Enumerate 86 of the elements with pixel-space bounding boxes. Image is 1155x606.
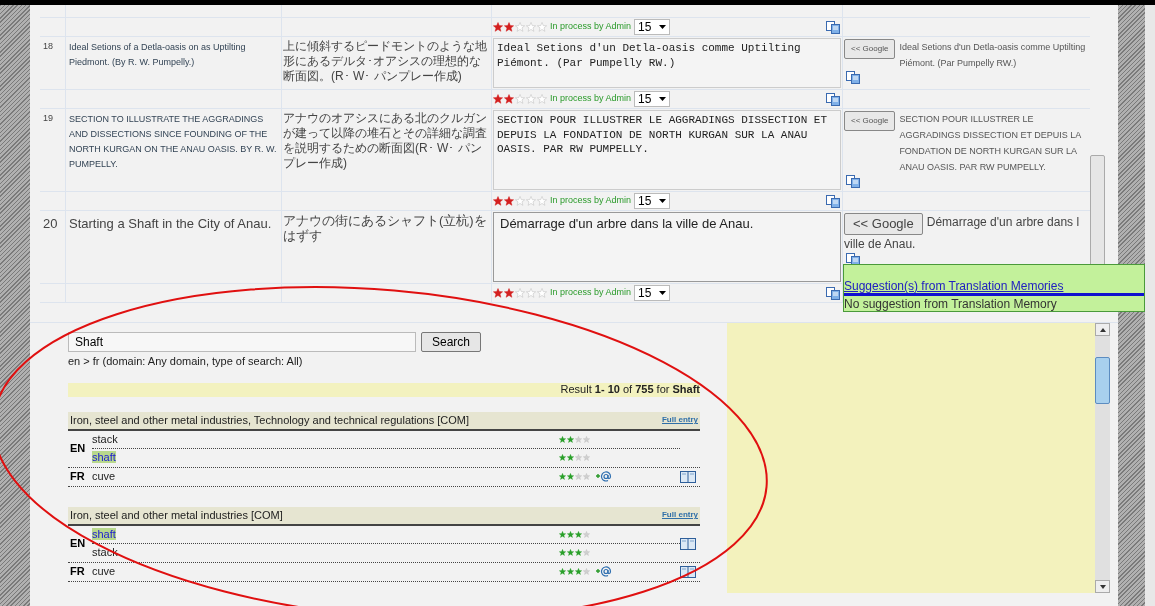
result-count: Result 1- 10 of 755 for Shaft: [560, 382, 700, 398]
book-icon[interactable]: [680, 537, 696, 550]
copy-icon[interactable]: [846, 175, 860, 188]
scrollbar-thumb[interactable]: [1095, 357, 1110, 404]
language-code: EN: [69, 536, 87, 552]
source-text: SECTION TO ILLUSTRATE THE AGGRADINGS AND DISSECTIONS SINCE FOUNDING OF THE NORTH KURGAN ON THE ANAU OASIS. BY R. W. PUMPELLY.: [69, 113, 278, 171]
up-arrow-icon: [1099, 327, 1106, 332]
star-icon: [493, 196, 503, 206]
japanese-text: 上に傾斜するピードモントのような地形にあるデルタ･オアシスの理想的な断面図。(R･ W･ パンプレー作成): [283, 39, 488, 84]
count-select[interactable]: 15: [634, 285, 671, 301]
star-icon: [504, 196, 514, 206]
term-text: stack: [92, 431, 119, 447]
translation-field[interactable]: Ideal Setions d'un Detla-oasis comme Uptilting Piémont. (Par Pumpelly RW.): [493, 38, 841, 88]
translation-field[interactable]: SECTION POUR ILLUSTRER LE AGGRADINGS DISSECTION ET DEPUIS LA FONDATION DE NORTH KURGAN SUR LA ANAU OASIS. PAR RW PUMPELLY.: [493, 110, 841, 190]
book-icon[interactable]: [680, 470, 696, 483]
status-label: In process by Admin: [550, 20, 632, 34]
star-icon: [537, 288, 547, 298]
star-icon: [493, 94, 503, 104]
copy-icon[interactable]: [826, 20, 840, 34]
entry-domain: Iron, steel and other metal industries, Technology and technical regulations [COM]: [70, 412, 470, 428]
google-button[interactable]: << Google: [844, 213, 923, 235]
status-label: In process by Admin: [550, 92, 632, 106]
star-icon: [515, 196, 525, 206]
machine-translation: SECTION POUR ILLUSTRER LE AGGRADINGS DISSECTION ET DEPUIS LA FONDATION DE NORTH KURGAN SUR LA ANAU OASIS. PAR RW PUMPELLY.: [899, 113, 1082, 174]
language-code: FR: [69, 564, 86, 580]
book-icon[interactable]: [680, 565, 696, 578]
translation-field[interactable]: Démarrage d'un arbre dans la ville de Anau.: [493, 212, 841, 282]
star-icon: [493, 288, 503, 298]
suggestion-link[interactable]: Suggestion(s) from Translation Memories: [844, 279, 1144, 296]
machine-translation: Ideal Setions d'un Detla-oasis comme Uptilting Piémont. (Par Pumpelly RW.): [899, 41, 1087, 70]
full-entry-link[interactable]: Full entry: [662, 509, 698, 521]
star-icon: [526, 22, 536, 32]
count-select[interactable]: 15: [634, 193, 671, 209]
japanese-text: アナウの街にあるシャフト(立杭)をはずす: [283, 213, 488, 243]
add-email-icon[interactable]: [595, 470, 612, 483]
search-button[interactable]: Search: [421, 332, 482, 352]
japanese-text: アナウのオアシスにある北のクルガンが建って以降の堆石とその詳細な調査を説明するための断面図(R･ W･ パンプレー作成): [283, 111, 488, 171]
scroll-up-button[interactable]: [1095, 323, 1110, 336]
star-icon: [515, 288, 525, 298]
google-button[interactable]: << Google: [844, 39, 896, 59]
down-arrow-icon: [1099, 584, 1106, 589]
language-code: EN: [69, 441, 87, 457]
copy-icon[interactable]: [826, 194, 840, 208]
star-icon: [493, 22, 503, 32]
star-icon: [537, 196, 547, 206]
star-icon: [504, 288, 514, 298]
machine-translation: ville de Anau.: [844, 236, 917, 253]
star-icon: [515, 22, 525, 32]
term-text: cuve: [92, 564, 117, 580]
star-icon: [526, 94, 536, 104]
source-text: Ideal Setions of a Detla-oasis on as Uptilting Piedmont. (By R. W. Pumpelly.): [69, 41, 247, 69]
count-select[interactable]: 15: [634, 19, 671, 35]
scroll-down-button[interactable]: [1095, 580, 1110, 593]
segment-number: 20: [40, 211, 66, 283]
entry-domain: Iron, steel and other metal industries [COM]: [70, 507, 283, 523]
star-icon: [537, 94, 547, 104]
count-select[interactable]: 15: [634, 91, 671, 107]
term-text[interactable]: shaft: [92, 449, 559, 466]
search-info: en > fr (domain: Any domain, type of search: All): [68, 354, 304, 369]
star-icon: [537, 22, 547, 32]
term-text: cuve: [92, 469, 117, 485]
caret-icon: [659, 25, 667, 29]
full-entry-link[interactable]: Full entry: [662, 414, 698, 426]
machine-translation: Démarrage d'un arbre dans l: [926, 214, 1080, 231]
star-icon: [515, 94, 525, 104]
caret-icon: [659, 199, 667, 203]
term-text[interactable]: shaft: [92, 525, 559, 543]
add-email-icon[interactable]: [595, 565, 612, 578]
segment-number: 18: [40, 37, 66, 89]
star-icon: [526, 288, 536, 298]
star-icon: [504, 94, 514, 104]
suggestion-message: No suggestion from Translation Memory: [844, 296, 1058, 311]
language-code: FR: [69, 469, 86, 485]
source-text: Starting a Shaft in the City of Anau.: [69, 215, 273, 233]
caret-icon: [659, 97, 667, 101]
search-field[interactable]: Shaft: [68, 332, 416, 352]
copy-icon[interactable]: [826, 286, 840, 300]
copy-icon[interactable]: [826, 92, 840, 106]
segment-number: 19: [40, 109, 66, 191]
caret-icon: [659, 291, 667, 295]
star-icon: [504, 22, 514, 32]
status-label: In process by Admin: [550, 286, 632, 300]
google-button[interactable]: << Google: [844, 111, 896, 131]
star-icon: [526, 196, 536, 206]
status-label: In process by Admin: [550, 194, 632, 208]
copy-icon[interactable]: [846, 71, 860, 84]
